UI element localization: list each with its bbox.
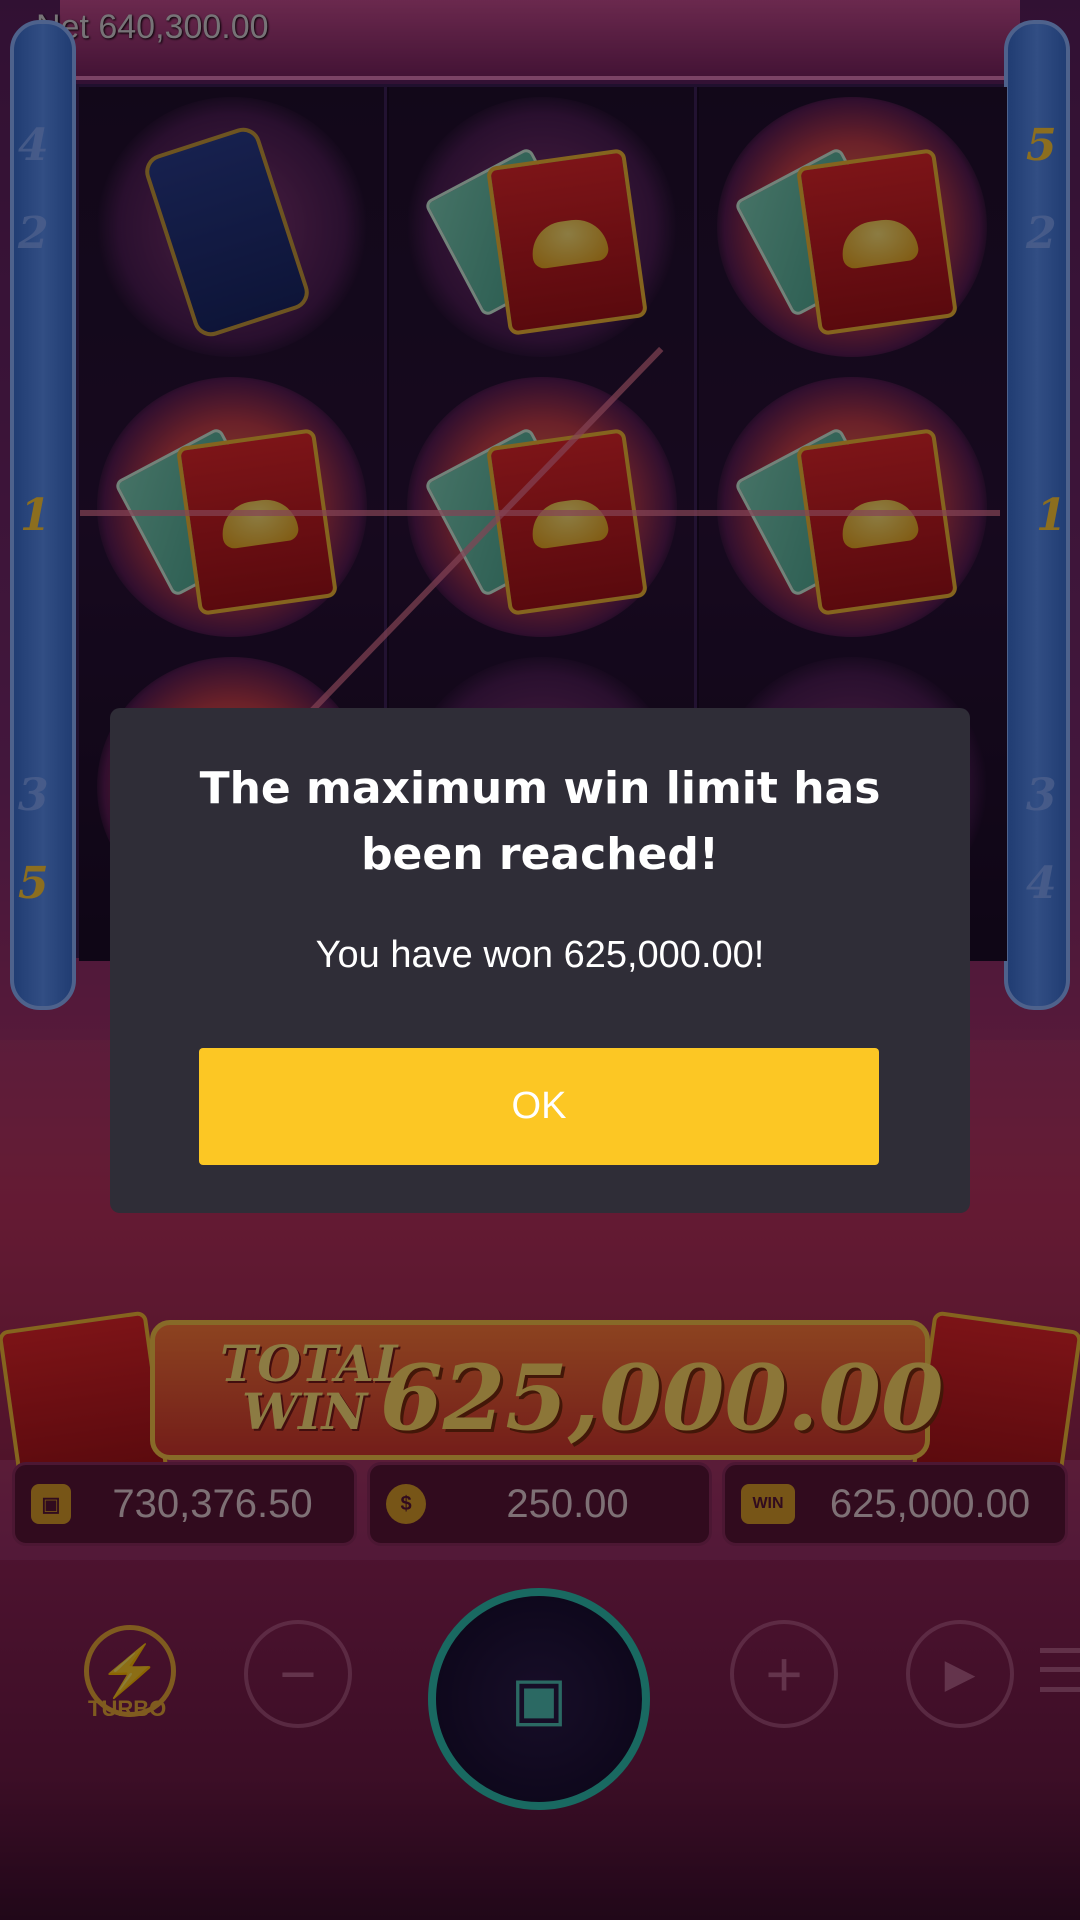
dialog-message: You have won 625,000.00! [315,934,765,976]
dialog-title: The maximum win limit has been reached! [199,763,881,880]
ok-button[interactable]: OK [199,1048,879,1165]
max-win-dialog: The maximum win limit has been reached! … [110,708,970,1213]
